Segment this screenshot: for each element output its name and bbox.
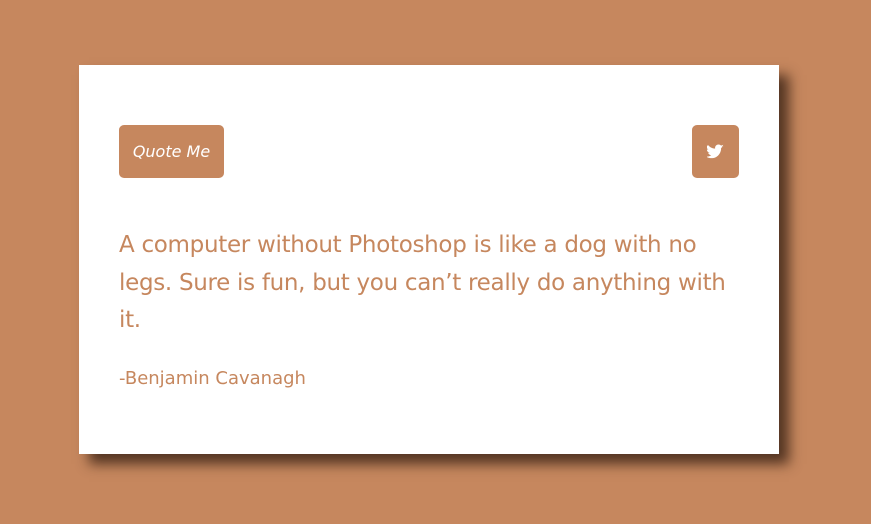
tweet-button[interactable] bbox=[692, 125, 739, 178]
twitter-bird-icon bbox=[707, 144, 724, 159]
quote-author: -Benjamin Cavanagh bbox=[119, 368, 306, 389]
quote-card: Quote Me A computer without Photoshop is… bbox=[79, 65, 779, 454]
quote-text: A computer without Photoshop is like a d… bbox=[119, 232, 726, 333]
quote-me-button[interactable]: Quote Me bbox=[119, 125, 224, 178]
quote-me-button-label: Quote Me bbox=[132, 142, 211, 161]
